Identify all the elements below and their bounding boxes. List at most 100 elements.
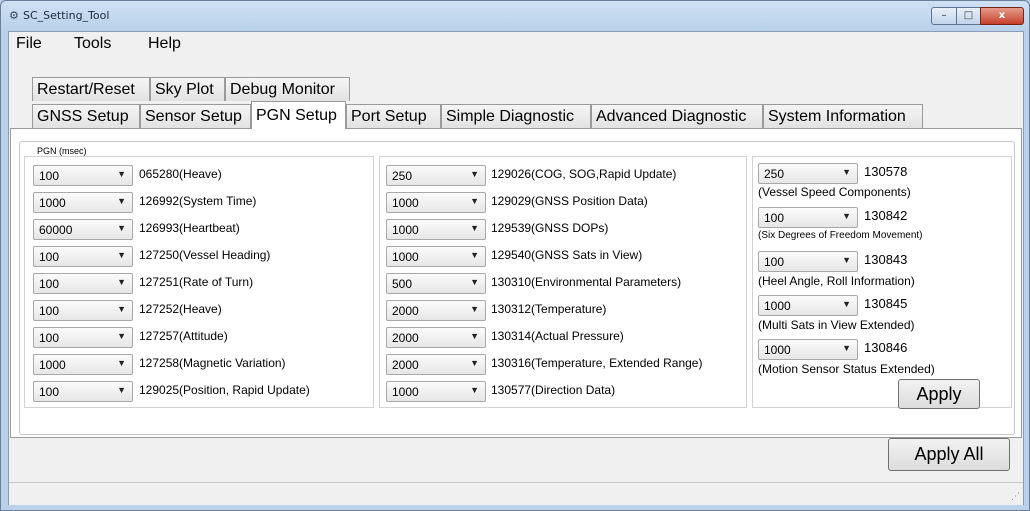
tab-row-main: GNSS Setup Sensor Setup PGN Setup Port S… <box>32 101 932 129</box>
interval-select[interactable]: 1000 ▼ <box>33 192 133 213</box>
pgn-description: (Heel Angle, Roll Information) <box>758 274 915 288</box>
chevron-down-icon: ▼ <box>470 250 479 260</box>
interval-select[interactable]: 2000 ▼ <box>386 327 486 348</box>
chevron-down-icon: ▼ <box>842 211 851 221</box>
select-value: 100 <box>39 385 60 399</box>
chevron-down-icon: ▼ <box>117 223 126 233</box>
select-value: 100 <box>39 277 60 291</box>
select-value: 60000 <box>39 223 73 237</box>
select-value: 100 <box>39 250 60 264</box>
pgn-label: 126992(System Time) <box>139 194 257 208</box>
pgn-label: 127252(Heave) <box>139 302 222 316</box>
tab-sensor-setup[interactable]: Sensor Setup <box>140 104 251 128</box>
status-bar: ⋰ <box>9 482 1023 505</box>
tab-sky-plot[interactable]: Sky Plot <box>150 77 225 101</box>
pgn-code: 130843 <box>864 252 908 267</box>
pgn-label: 129029(GNSS Position Data) <box>491 194 648 208</box>
interval-select[interactable]: 1000 ▼ <box>386 219 486 240</box>
menu-help[interactable]: Help <box>148 35 181 53</box>
pgn-label: 127257(Attitude) <box>139 329 228 343</box>
chevron-down-icon: ▼ <box>117 277 126 287</box>
chevron-down-icon: ▼ <box>842 343 851 353</box>
select-value: 1000 <box>392 223 419 237</box>
tab-restart-reset[interactable]: Restart/Reset <box>32 77 150 101</box>
interval-select[interactable]: 1000 ▼ <box>33 354 133 375</box>
interval-select[interactable]: 1000 ▼ <box>386 192 486 213</box>
select-value: 1000 <box>764 299 791 313</box>
interval-select[interactable]: 2000 ▼ <box>386 300 486 321</box>
menu-file[interactable]: File <box>16 35 42 53</box>
pgn-description: (Motion Sensor Status Extended) <box>758 362 935 376</box>
tab-debug-monitor[interactable]: Debug Monitor <box>225 77 350 101</box>
interval-select[interactable]: 100 ▼ <box>33 246 133 267</box>
interval-select[interactable]: 2000 ▼ <box>386 354 486 375</box>
select-value: 250 <box>764 167 785 181</box>
select-value: 1000 <box>392 196 419 210</box>
chevron-down-icon: ▼ <box>117 304 126 314</box>
select-value: 1000 <box>392 385 419 399</box>
pgn-column-1: 100 ▼ 065280(Heave) 1000 ▼ 126992(System T… <box>24 156 374 408</box>
pgn-label: 127251(Rate of Turn) <box>139 275 254 289</box>
chevron-down-icon: ▼ <box>117 250 126 260</box>
interval-select[interactable]: 1000 ▼ <box>758 339 858 360</box>
tab-gnss-setup[interactable]: GNSS Setup <box>32 104 140 128</box>
pgn-label: 065280(Heave) <box>139 167 222 181</box>
interval-select[interactable]: 1000 ▼ <box>758 295 858 316</box>
apply-button[interactable]: Apply <box>898 379 980 409</box>
menu-tools[interactable]: Tools <box>74 35 111 53</box>
interval-select[interactable]: 1000 ▼ <box>386 246 486 267</box>
interval-select[interactable]: 250 ▼ <box>758 163 858 184</box>
tab-row-top: Restart/Reset Sky Plot Debug Monitor <box>32 77 362 101</box>
interval-select[interactable]: 100 ▼ <box>758 251 858 272</box>
pgn-label: 127250(Vessel Heading) <box>139 248 271 262</box>
pgn-label: 130310(Environmental Parameters) <box>491 275 682 289</box>
pgn-label: 130314(Actual Pressure) <box>491 329 624 343</box>
pgn-description: (Vessel Speed Components) <box>758 185 911 199</box>
pgn-label: 127258(Magnetic Variation) <box>139 356 286 370</box>
select-value: 100 <box>764 211 785 225</box>
select-value: 2000 <box>392 358 419 372</box>
chevron-down-icon: ▼ <box>117 331 126 341</box>
interval-select[interactable]: 60000 ▼ <box>33 219 133 240</box>
resize-grip-icon[interactable]: ⋰ <box>1011 492 1020 502</box>
interval-select[interactable]: 100 ▼ <box>33 381 133 402</box>
tab-system-information[interactable]: System Information <box>763 104 923 128</box>
tab-advanced-diagnostic[interactable]: Advanced Diagnostic <box>591 104 763 128</box>
interval-select[interactable]: 100 ▼ <box>33 327 133 348</box>
chevron-down-icon: ▼ <box>470 277 479 287</box>
chevron-down-icon: ▼ <box>470 223 479 233</box>
pgn-description: (Six Degrees of Freedom Movement) <box>758 230 923 241</box>
interval-select[interactable]: 100 ▼ <box>758 207 858 228</box>
pgn-label: 130312(Temperature) <box>491 302 607 316</box>
tab-port-setup[interactable]: Port Setup <box>346 104 441 128</box>
chevron-down-icon: ▼ <box>470 196 479 206</box>
select-value: 250 <box>392 169 413 183</box>
chevron-down-icon: ▼ <box>117 385 126 395</box>
pgn-column-2: 250 ▼ 129026(COG, SOG,Rapid Update) 1000 ▼… <box>379 156 747 408</box>
group-title: PGN (msec) <box>34 146 90 156</box>
select-value: 1000 <box>39 358 66 372</box>
interval-select[interactable]: 100 ▼ <box>33 165 133 186</box>
close-button[interactable]: x <box>980 7 1024 25</box>
interval-select[interactable]: 500 ▼ <box>386 273 486 294</box>
select-value: 100 <box>764 255 785 269</box>
pgn-label: 130316(Temperature, Extended Range) <box>491 356 703 370</box>
interval-select[interactable]: 250 ▼ <box>386 165 486 186</box>
pgn-column-3: 250 ▼ 130578 (Vessel Speed Components) 10… <box>752 156 1012 409</box>
select-value: 2000 <box>392 304 419 318</box>
interval-select[interactable]: 1000 ▼ <box>386 381 486 402</box>
interval-select[interactable]: 100 ▼ <box>33 300 133 321</box>
select-value: 1000 <box>764 343 791 357</box>
select-value: 100 <box>39 331 60 345</box>
interval-select[interactable]: 100 ▼ <box>33 273 133 294</box>
chevron-down-icon: ▼ <box>470 358 479 368</box>
apply-all-button[interactable]: Apply All <box>888 438 1010 471</box>
chevron-down-icon: ▼ <box>842 255 851 265</box>
minimize-button[interactable]: – <box>931 7 957 25</box>
pgn-code: 130842 <box>864 208 908 223</box>
pgn-label: 129025(Position, Rapid Update) <box>139 383 310 397</box>
tab-pgn-setup[interactable]: PGN Setup <box>251 101 346 129</box>
pgn-label: 129540(GNSS Sats in View) <box>491 248 643 262</box>
maximize-button[interactable]: □ <box>956 7 981 25</box>
tab-simple-diagnostic[interactable]: Simple Diagnostic <box>441 104 591 128</box>
